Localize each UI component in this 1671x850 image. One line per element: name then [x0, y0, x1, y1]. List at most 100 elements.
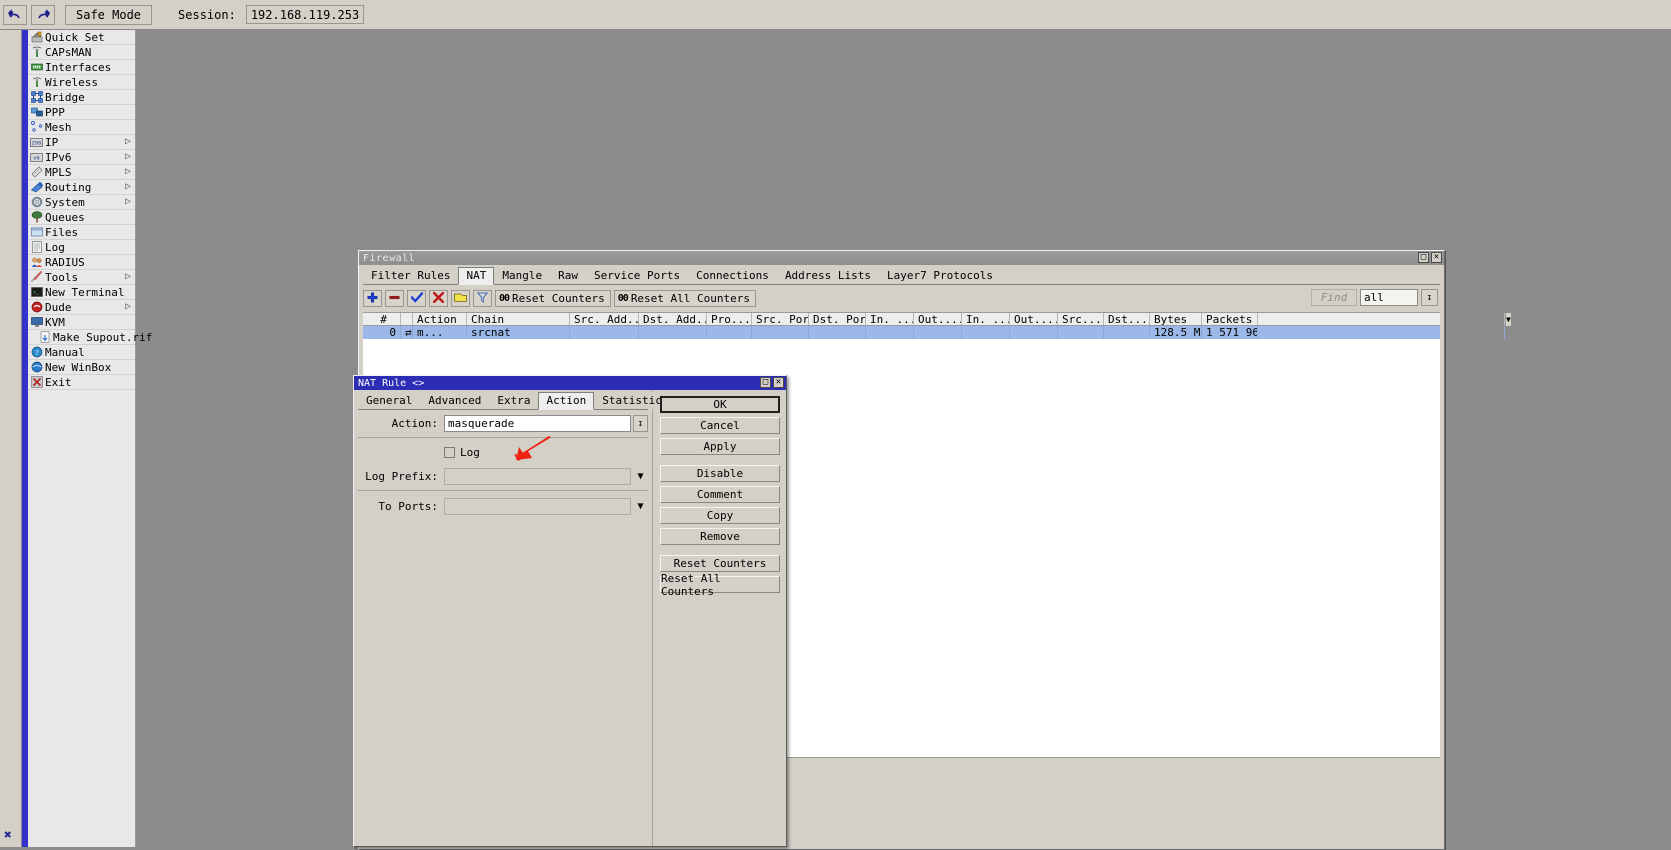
cancel-button[interactable]: Cancel	[660, 417, 780, 434]
column-header[interactable]: Src. Add...	[570, 313, 639, 325]
column-header[interactable]: Bytes	[1150, 313, 1202, 325]
enable-rule-button[interactable]	[407, 290, 426, 307]
remove-button[interactable]: Remove	[660, 528, 780, 545]
column-header[interactable]: Src....	[1058, 313, 1104, 325]
column-header[interactable]: Packets	[1202, 313, 1258, 325]
chevron-down-icon[interactable]: ▼	[633, 498, 648, 515]
tab-address-lists[interactable]: Address Lists	[776, 267, 880, 284]
disable-button[interactable]: Disable	[660, 465, 780, 482]
maximize-icon[interactable]: □	[760, 377, 771, 388]
safe-mode-button[interactable]: Safe Mode	[65, 4, 153, 25]
sidebar-item-mesh[interactable]: Mesh	[28, 120, 135, 135]
tab-action[interactable]: Action	[538, 392, 595, 410]
redo-button[interactable]	[31, 4, 55, 25]
to-ports-input[interactable]	[444, 498, 631, 515]
reset-all-counters-button[interactable]: 00 Reset All Counters	[613, 290, 757, 307]
column-header[interactable]: Dst....	[1104, 313, 1150, 325]
close-icon[interactable]: ✕	[1431, 252, 1442, 263]
tab-extra[interactable]: Extra	[489, 392, 539, 409]
tab-mangle[interactable]: Mangle	[494, 267, 551, 284]
column-header[interactable]	[401, 313, 413, 325]
filter-button[interactable]	[473, 290, 492, 307]
close-menu-icon[interactable]: ✖	[4, 829, 12, 842]
maximize-icon[interactable]: □	[1418, 252, 1429, 263]
sidebar-item-queues[interactable]: Queues	[28, 210, 135, 225]
log-prefix-input[interactable]	[444, 468, 631, 485]
routing-icon	[30, 181, 43, 194]
sidebar-item-files[interactable]: Files	[28, 225, 135, 240]
sidebar-item-radius[interactable]: RADIUS	[28, 255, 135, 270]
sidebar-item-tools[interactable]: Tools ▷	[28, 270, 135, 285]
sidebar-item-dude[interactable]: Dude ▷	[28, 300, 135, 315]
reset-counters-button[interactable]: 00 Reset Counters	[495, 290, 611, 307]
tab-layer7-protocols[interactable]: Layer7 Protocols	[879, 267, 1001, 284]
sidebar-item-routing[interactable]: Routing ▷	[28, 180, 135, 195]
counter-glyph-icon: 00	[499, 293, 510, 304]
add-rule-button[interactable]	[363, 290, 382, 307]
column-header[interactable]: Src. Port	[752, 313, 809, 325]
firewall-titlebar[interactable]: Firewall □ ✕	[359, 251, 1444, 265]
column-header[interactable]: Dst. Add...	[639, 313, 707, 325]
sidebar-item-kvm[interactable]: KVM	[28, 315, 135, 330]
sidebar-item-ipv6[interactable]: v6 IPv6 ▷	[28, 150, 135, 165]
tab-nat[interactable]: NAT	[458, 267, 495, 285]
sidebar-item-ip[interactable]: 255 IP ▷	[28, 135, 135, 150]
column-header[interactable]: In. ...	[962, 313, 1010, 325]
tab-service-ports[interactable]: Service Ports	[585, 267, 689, 284]
sidebar-item-log[interactable]: Log	[28, 240, 135, 255]
sidebar-item-new-winbox[interactable]: New WinBox	[28, 360, 135, 375]
find-button[interactable]: Find	[1311, 289, 1357, 306]
tab-raw[interactable]: Raw	[550, 267, 586, 284]
sidebar-item-capsman[interactable]: CAPsMAN	[28, 45, 135, 60]
sidebar-item-label: IP	[45, 135, 59, 149]
sidebar-item-bridge[interactable]: Bridge	[28, 90, 135, 105]
reset-all-counters-button[interactable]: Reset All Counters	[660, 572, 780, 598]
find-filter-input[interactable]: all	[1360, 289, 1418, 306]
column-header[interactable]: Chain	[467, 313, 570, 325]
disable-rule-button[interactable]	[429, 290, 448, 307]
tab-filter-rules[interactable]: Filter Rules	[363, 267, 459, 284]
comment-rule-button[interactable]	[451, 290, 470, 307]
reset-counters-button[interactable]: Reset Counters	[660, 555, 780, 572]
close-icon[interactable]: ✕	[773, 377, 784, 388]
tab-general[interactable]: General	[358, 392, 421, 409]
comment-button[interactable]: Comment	[660, 486, 780, 503]
sidebar-item-manual[interactable]: ? Manual	[28, 345, 135, 360]
undo-button[interactable]	[3, 4, 27, 25]
sidebar-item-interfaces[interactable]: Interfaces	[28, 60, 135, 75]
sidebar-item-new-terminal[interactable]: >_ New Terminal	[28, 285, 135, 300]
column-header[interactable]: Action	[413, 313, 467, 325]
sidebar-item-system[interactable]: System ▷	[28, 195, 135, 210]
chevron-down-icon[interactable]: ↧	[1421, 289, 1438, 306]
column-header[interactable]: In. ...	[866, 313, 914, 325]
sidebar-item-exit[interactable]: Exit	[28, 375, 135, 390]
column-scroll-icon[interactable]: ▼	[1505, 313, 1511, 326]
to-ports-label: To Ports:	[378, 500, 438, 513]
remove-rule-button[interactable]	[385, 290, 404, 307]
sidebar-item-ppp[interactable]: PPP	[28, 105, 135, 120]
nat-rule-dialog[interactable]: NAT Rule <> □ ✕ General Advanced Extra Acti…	[353, 375, 787, 847]
sidebar-item-quick-set[interactable]: Quick Set	[28, 30, 135, 45]
column-header[interactable]: Out....	[1010, 313, 1058, 325]
column-header[interactable]: #	[363, 313, 401, 325]
action-input[interactable]: masquerade	[444, 415, 631, 432]
chevron-down-icon[interactable]: ▼	[633, 468, 648, 485]
column-header[interactable]: Pro...	[707, 313, 752, 325]
session-address-field[interactable]: 192.168.119.253	[245, 5, 365, 24]
chevron-down-icon[interactable]: ↧	[633, 415, 648, 432]
apply-button[interactable]: Apply	[660, 438, 780, 455]
column-header[interactable]: Out....	[914, 313, 962, 325]
sidebar-item-wireless[interactable]: Wireless	[28, 75, 135, 90]
column-header[interactable]: Dst. Port	[809, 313, 866, 325]
sidebar-item-make-supout-rif[interactable]: Make Supout.rif	[28, 330, 152, 345]
manual-icon: ?	[30, 346, 43, 359]
sidebar-item-mpls[interactable]: MPLS ▷	[28, 165, 135, 180]
tab-advanced[interactable]: Advanced	[420, 392, 490, 409]
table-row[interactable]: 0⇄‖m...srcnat 128.5 MiB1 571 962	[363, 326, 1505, 339]
column-header[interactable]	[1258, 313, 1505, 325]
ok-button[interactable]: OK	[660, 396, 780, 413]
nat-rule-titlebar[interactable]: NAT Rule <> □ ✕	[354, 376, 786, 390]
copy-button[interactable]: Copy	[660, 507, 780, 524]
tab-connections[interactable]: Connections	[688, 267, 777, 284]
log-checkbox[interactable]	[444, 447, 455, 458]
